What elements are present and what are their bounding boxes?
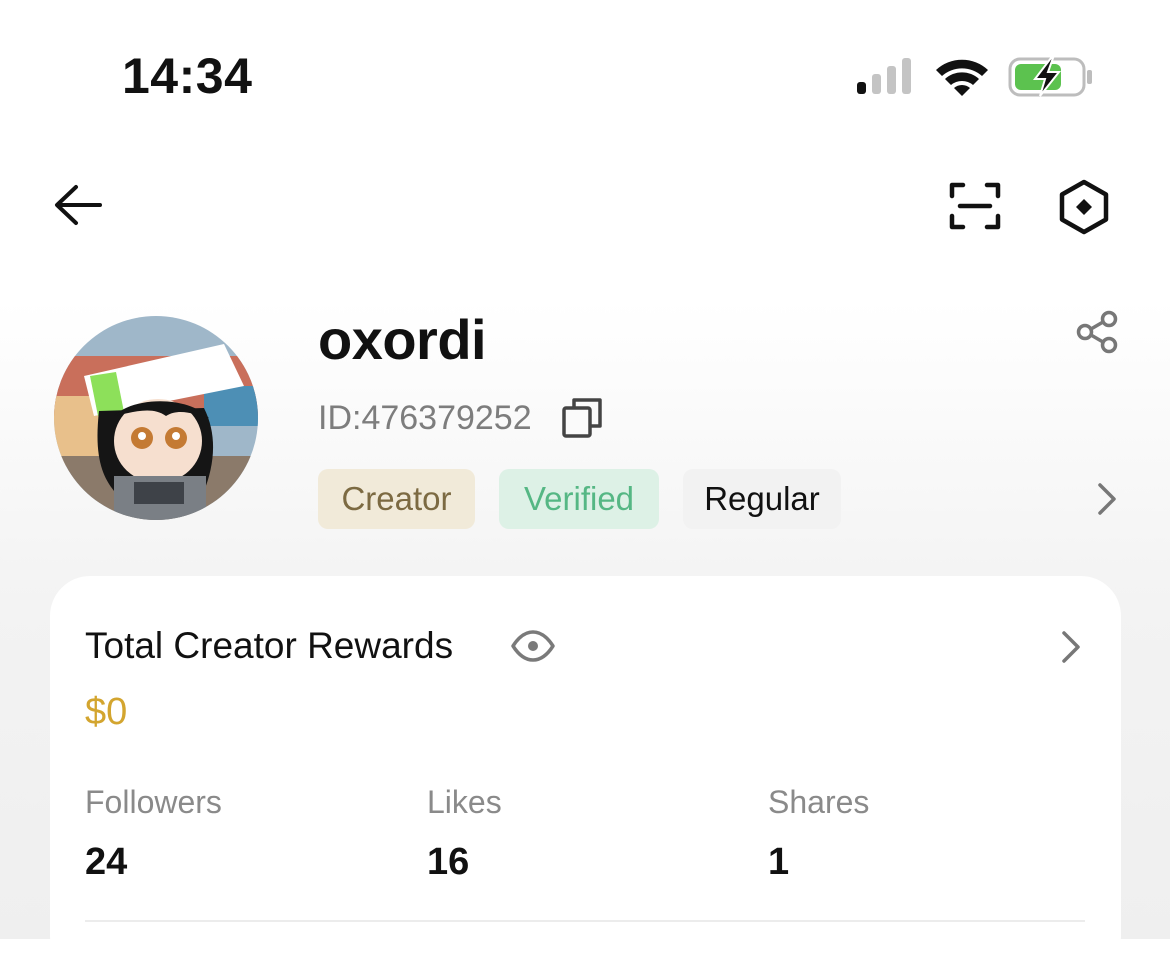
rewards-value: $0 xyxy=(85,691,128,733)
badge-regular[interactable]: Regular xyxy=(683,469,841,529)
stat-followers-label: Followers xyxy=(85,784,222,820)
status-time: 14:34 xyxy=(122,48,253,104)
cellular-signal-icon xyxy=(857,58,911,94)
user-id: ID:476379252 xyxy=(318,399,532,437)
chevron-right-icon[interactable] xyxy=(1094,482,1120,516)
avatar[interactable] xyxy=(54,316,258,520)
avatar-image xyxy=(54,316,258,520)
stat-likes-value: 16 xyxy=(427,841,470,883)
eye-icon[interactable] xyxy=(510,628,556,664)
stat-likes-label: Likes xyxy=(427,784,502,820)
stat-shares-label: Shares xyxy=(768,784,870,820)
rewards-title: Total Creator Rewards xyxy=(85,625,454,666)
badge-creator[interactable]: Creator xyxy=(318,469,475,529)
stat-shares-value: 1 xyxy=(768,841,790,883)
rewards-chevron-right-icon[interactable] xyxy=(1058,630,1084,664)
battery-charging-icon xyxy=(1008,57,1092,97)
hexagon-settings-icon[interactable] xyxy=(1056,178,1112,236)
scan-icon[interactable] xyxy=(948,180,1002,232)
copy-icon[interactable] xyxy=(560,396,604,440)
badge-verified[interactable]: Verified xyxy=(499,469,659,529)
back-arrow-icon[interactable] xyxy=(52,182,104,228)
stat-followers-value: 24 xyxy=(85,841,128,883)
username: oxordi xyxy=(318,308,487,371)
wifi-icon xyxy=(936,59,988,96)
divider xyxy=(85,920,1085,922)
share-icon[interactable] xyxy=(1076,310,1120,354)
